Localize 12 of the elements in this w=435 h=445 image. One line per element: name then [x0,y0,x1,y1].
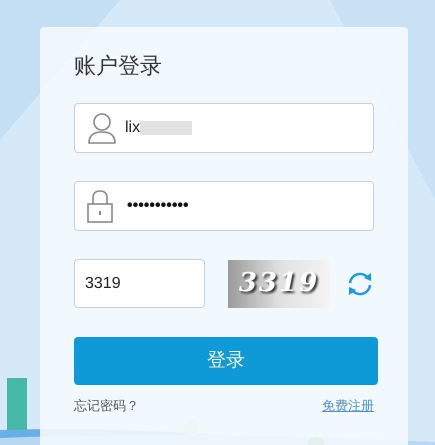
form-title: 账户登录 [74,52,162,80]
username-field[interactable]: lix [74,103,374,153]
password-field[interactable]: ••••••••••• [74,181,374,231]
forgot-password-link[interactable]: 忘记密码？ [74,396,139,416]
captcha-field[interactable]: 3319 [74,259,205,308]
captcha-text: 3319 [238,267,320,300]
password-value: ••••••••••• [127,196,189,216]
username-value: lix [125,118,140,138]
captcha-value: 3319 [85,274,121,294]
user-icon [87,112,117,144]
lock-icon [87,189,113,223]
refresh-icon[interactable] [347,270,373,296]
